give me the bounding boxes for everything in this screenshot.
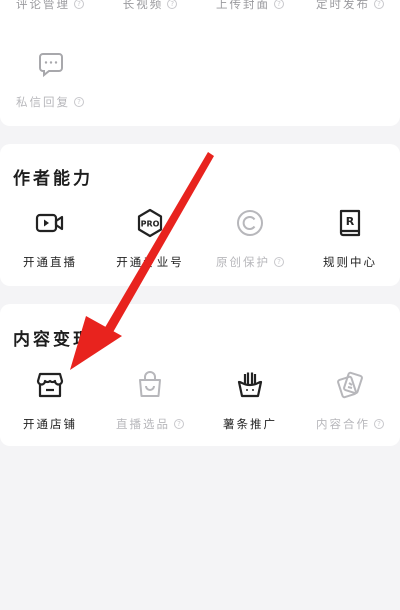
comment-manage-item[interactable]: 评论管理? — [0, 0, 100, 12]
fries-promotion-label: 薯条推广 — [223, 417, 277, 431]
open-shop-item[interactable]: 开通店铺 — [0, 366, 100, 432]
long-video-label: 长视频 — [122, 0, 164, 11]
open-live-label: 开通直播 — [23, 255, 77, 269]
rules-book-icon: R — [331, 204, 369, 242]
help-icon[interactable]: ? — [274, 257, 284, 267]
live-product-selection-label: 直播选品 — [116, 417, 170, 431]
live-icon — [31, 204, 69, 242]
live-product-selection-item[interactable]: 直播选品? — [100, 366, 200, 432]
help-icon[interactable]: ? — [74, 0, 84, 9]
original-protection-item[interactable]: 原创保护? — [200, 204, 300, 270]
rules-center-item[interactable]: R 规则中心 — [300, 204, 400, 270]
rules-center-label: 规则中心 — [323, 255, 377, 269]
fries-icon — [231, 366, 269, 404]
copyright-icon — [231, 204, 269, 242]
shopping-bag-icon — [131, 366, 169, 404]
content-cooperation-item[interactable]: 内容合作? — [300, 366, 400, 432]
section-title-monetize: 内容变现 — [13, 330, 93, 350]
help-icon[interactable]: ? — [167, 0, 178, 9]
private-message-reply-label: 私信回复 — [16, 95, 70, 109]
shop-icon — [31, 366, 69, 404]
content-cooperation-label: 内容合作 — [316, 417, 370, 431]
original-protection-label: 原创保护 — [216, 255, 270, 269]
top-tools-row-2: 私信回复? — [0, 46, 400, 110]
upload-cover-label: 上传封面 — [216, 0, 270, 11]
top-tools-row: 评论管理? 长视频? 上传封面? 定时发布? — [0, 0, 400, 12]
message-icon — [31, 46, 69, 84]
content-monetization-grid: 开通店铺 直播选品? 薯条推广 内容合作 ? — [0, 366, 400, 432]
long-video-item[interactable]: 长视频? — [100, 0, 200, 12]
open-shop-label: 开通店铺 — [23, 417, 77, 431]
scheduled-publish-item[interactable]: 定时发布? — [300, 0, 400, 12]
fries-promotion-item[interactable]: 薯条推广 — [200, 366, 300, 432]
open-live-item[interactable]: 开通直播 — [0, 204, 100, 270]
content-monetization-card: 内容变现 开通店铺 直播选品? 薯条推广 内容合作 ? — [0, 304, 400, 446]
svg-text:R: R — [346, 215, 355, 228]
private-message-reply-item[interactable]: 私信回复? — [0, 46, 100, 110]
open-pro-account-item[interactable]: PRO 开通专业号 — [100, 204, 200, 270]
help-icon[interactable]: ? — [374, 0, 384, 9]
pro-badge-icon: PRO — [131, 204, 169, 242]
help-icon[interactable]: ? — [174, 419, 184, 429]
scheduled-publish-label: 定时发布 — [316, 0, 370, 11]
open-pro-account-label: 开通专业号 — [116, 255, 184, 269]
top-tools-card: 评论管理? 长视频? 上传封面? 定时发布? 私信回复? — [0, 0, 400, 126]
help-icon[interactable]: ? — [374, 419, 384, 429]
author-abilities-grid: 开通直播 PRO 开通专业号 原创保护? R 规则中心 — [0, 204, 400, 270]
author-abilities-card: 作者能力 开通直播 PRO 开通专业号 原创保护 ? R 规则中心 — [0, 144, 400, 286]
upload-cover-item[interactable]: 上传封面? — [200, 0, 300, 12]
help-icon[interactable]: ? — [74, 97, 84, 107]
section-title-author: 作者能力 — [13, 169, 93, 189]
cooperation-icon — [331, 366, 369, 404]
comment-manage-label: 评论管理 — [16, 0, 70, 11]
help-icon[interactable]: ? — [274, 0, 284, 9]
svg-text:PRO: PRO — [141, 220, 160, 229]
